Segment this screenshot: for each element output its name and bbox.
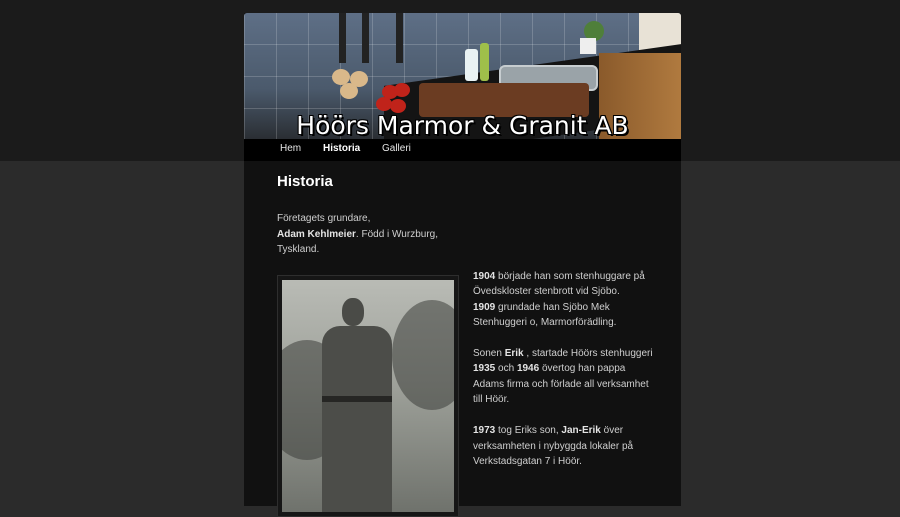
history-paragraph: 1904 började han som stenhuggare på Öved…: [473, 269, 658, 330]
bottle: [480, 43, 489, 81]
nav-item-historia[interactable]: Historia: [323, 143, 360, 154]
history-text: och: [495, 363, 517, 375]
history-paragraph: 1973 tog Eriks son, Jan-Erik över verksa…: [473, 423, 658, 469]
year-text: 1935: [473, 363, 496, 375]
history-text: , startade Höörs stenhuggeri: [523, 348, 653, 360]
person-name: Erik: [504, 348, 524, 360]
tomato: [394, 83, 410, 97]
soldier-figure: [322, 326, 392, 512]
portrait-photo-frame: [277, 275, 459, 517]
soldier-head: [342, 298, 364, 326]
year-text: 1973: [473, 425, 496, 437]
onion: [340, 83, 358, 99]
soldier-belt: [322, 396, 392, 402]
intro-text: Företagets grundare, Adam Kehlmeier. Föd…: [277, 211, 447, 258]
history-text: Sonen: [473, 348, 505, 360]
plant-pot: [580, 38, 596, 54]
page-container: Höörs Marmor & Granit AB Hem Historia Ga…: [244, 13, 681, 517]
knife-decoration: [362, 13, 369, 63]
nav-item-hem[interactable]: Hem: [280, 143, 301, 154]
page-title: Historia: [277, 173, 333, 190]
history-text-column: 1904 började han som stenhuggare på Öved…: [473, 269, 658, 485]
founder-name: Adam Kehlmeier: [277, 228, 356, 240]
knife-decoration: [339, 13, 346, 63]
history-text: började han som stenhuggare på Övedsklos…: [473, 271, 645, 298]
portrait-photo: [282, 280, 454, 512]
knife-decoration: [396, 13, 403, 63]
year-text: 1909: [473, 301, 496, 313]
history-text: grundade han Sjöbo Mek Stenhuggeri o, Ma…: [473, 301, 617, 328]
site-title[interactable]: Höörs Marmor & Granit AB: [244, 111, 681, 139]
person-name: Jan-Erik: [561, 425, 601, 437]
photo-background-shade: [392, 300, 454, 410]
year-text: 1946: [516, 363, 540, 375]
main-nav: Hem Historia Galleri: [244, 139, 681, 161]
history-paragraph: Sonen Erik , startade Höörs stenhuggeri …: [473, 346, 658, 407]
history-text: tog Eriks son,: [495, 425, 562, 437]
bottle: [465, 49, 478, 81]
year-text: 1904: [473, 271, 496, 282]
nav-item-galleri[interactable]: Galleri: [382, 143, 411, 154]
header-banner: Höörs Marmor & Granit AB: [244, 13, 681, 139]
intro-line: Företagets grundare,: [277, 213, 371, 224]
